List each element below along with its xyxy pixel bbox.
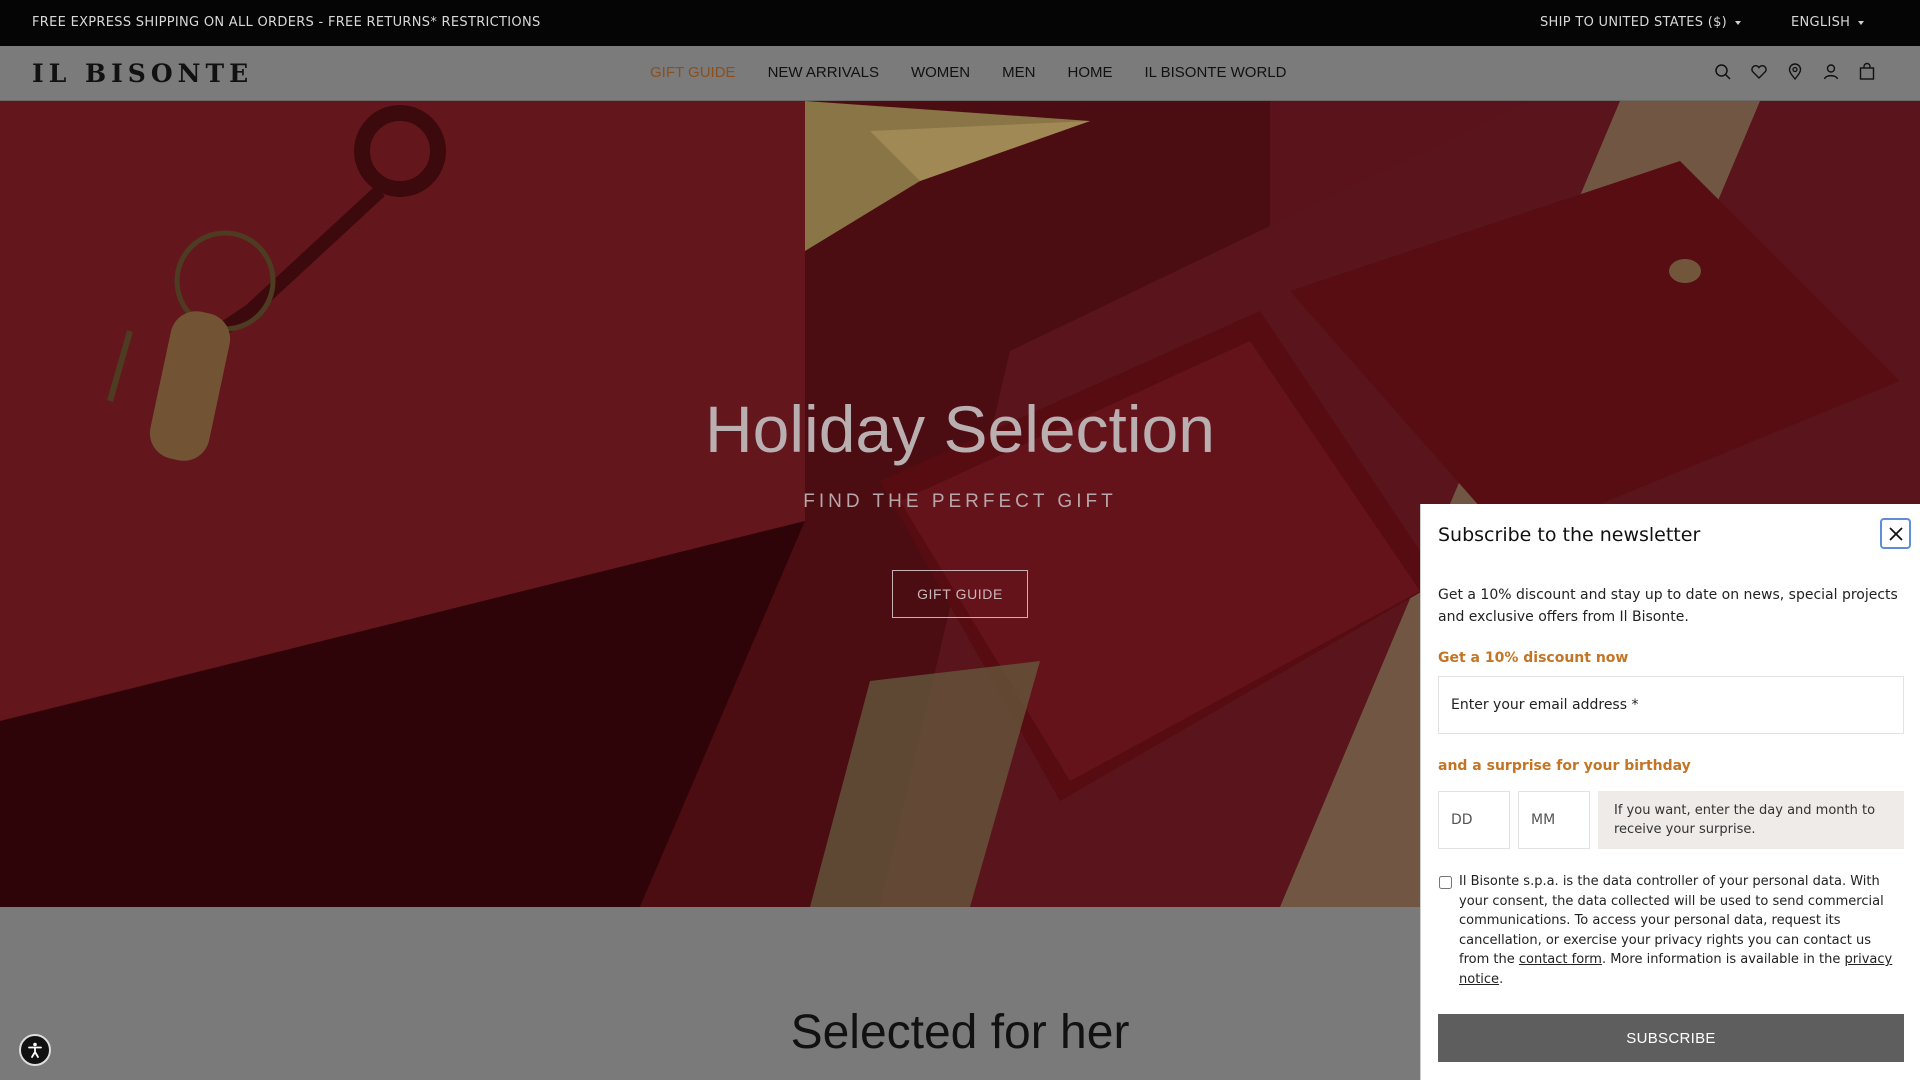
- contact-form-link[interactable]: contact form: [1519, 952, 1602, 967]
- site-header: IL BISONTE GIFT GUIDE NEW ARRIVALS WOMEN…: [0, 46, 1920, 101]
- header-icons: [1714, 62, 1876, 82]
- newsletter-modal: Subscribe to the newsletter Get a 10% di…: [1420, 504, 1920, 1080]
- close-button[interactable]: [1880, 518, 1911, 549]
- nav-item-men[interactable]: MEN: [1002, 64, 1035, 81]
- ship-to-label: SHIP TO UNITED STATES ($): [1540, 15, 1728, 30]
- language-label: ENGLISH: [1791, 15, 1851, 30]
- hero-title: Holiday Selection: [705, 392, 1215, 466]
- chevron-down-icon: [1858, 20, 1865, 25]
- modal-title: Subscribe to the newsletter: [1438, 524, 1701, 546]
- consent-text-end: .: [1499, 971, 1504, 987]
- user-icon[interactable]: [1822, 62, 1840, 82]
- email-field[interactable]: [1438, 676, 1904, 734]
- newsletter-description: Get a 10% discount and stay up to date o…: [1438, 587, 1898, 625]
- nav-item-gift-guide[interactable]: GIFT GUIDE: [650, 64, 736, 81]
- birth-day-field[interactable]: [1438, 791, 1510, 849]
- nav-item-home[interactable]: HOME: [1068, 64, 1113, 81]
- shipping-promo-text[interactable]: FREE EXPRESS SHIPPING ON ALL ORDERS - FR…: [32, 15, 541, 30]
- birth-month-field[interactable]: [1518, 791, 1590, 849]
- heart-icon[interactable]: [1750, 62, 1768, 82]
- chevron-down-icon: [1735, 20, 1742, 25]
- discount-heading: Get a 10% discount now: [1438, 650, 1629, 666]
- bag-icon[interactable]: [1858, 62, 1876, 82]
- consent-text: Il Bisonte s.p.a. is the data controller…: [1459, 872, 1899, 989]
- ship-to-selector[interactable]: SHIP TO UNITED STATES ($): [1540, 15, 1742, 30]
- accessibility-icon: [28, 1042, 42, 1058]
- birthday-heading: and a surprise for your birthday: [1438, 758, 1691, 774]
- language-selector[interactable]: ENGLISH: [1791, 15, 1865, 30]
- nav-item-new-arrivals[interactable]: NEW ARRIVALS: [768, 64, 879, 81]
- birthday-hint: If you want, enter the day and month to …: [1598, 791, 1904, 849]
- brand-logo[interactable]: IL BISONTE: [32, 59, 253, 88]
- close-icon: [1888, 526, 1903, 541]
- subscribe-button[interactable]: SUBSCRIBE: [1438, 1014, 1904, 1062]
- consent-checkbox[interactable]: [1439, 876, 1452, 889]
- top-announcement-bar: FREE EXPRESS SHIPPING ON ALL ORDERS - FR…: [0, 0, 1920, 46]
- consent-text-middle: . More information is available in the: [1601, 952, 1845, 967]
- main-nav: GIFT GUIDE NEW ARRIVALS WOMEN MEN HOME I…: [650, 64, 1286, 81]
- gift-guide-button[interactable]: GIFT GUIDE: [892, 570, 1028, 618]
- accessibility-button[interactable]: [19, 1034, 51, 1066]
- search-icon[interactable]: [1714, 62, 1732, 82]
- location-icon[interactable]: [1786, 62, 1804, 82]
- nav-item-women[interactable]: WOMEN: [911, 64, 970, 81]
- nav-item-il-bisonte-world[interactable]: IL BISONTE WORLD: [1145, 64, 1287, 81]
